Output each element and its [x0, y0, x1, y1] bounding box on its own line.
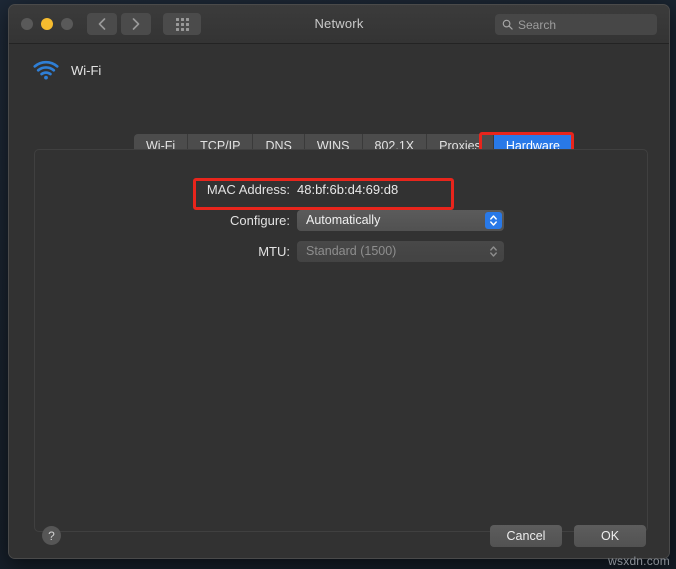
configure-stepper-icon[interactable]	[485, 211, 502, 229]
configure-popup-button[interactable]: Automatically	[297, 209, 504, 231]
window-titlebar: Network Search	[9, 5, 669, 44]
help-button[interactable]: ?	[42, 526, 61, 545]
configure-row: Configure: Automatically	[9, 207, 669, 233]
interface-name: Wi-Fi	[71, 62, 102, 78]
dialog-buttons: Cancel OK	[490, 525, 646, 547]
mtu-label: MTU:	[258, 243, 290, 259]
mtu-popup-button: Standard (1500)	[297, 240, 504, 262]
interface-header: Wi-Fi	[33, 60, 101, 80]
wifi-icon	[33, 60, 59, 80]
window-content: Wi-Fi Wi-Fi TCP/IP DNS WINS 802.1X Proxi…	[9, 44, 669, 558]
search-icon	[502, 19, 513, 30]
mac-address-row: MAC Address: 48:bf:6b:d4:69:d8	[9, 176, 669, 202]
configure-label: Configure:	[230, 212, 290, 228]
mtu-row: MTU: Standard (1500)	[9, 238, 669, 264]
ok-button[interactable]: OK	[574, 525, 646, 547]
mtu-stepper-icon	[485, 243, 502, 260]
chevron-updown-icon	[490, 214, 497, 226]
search-placeholder: Search	[518, 17, 557, 32]
mtu-value: Standard (1500)	[306, 244, 397, 258]
cancel-button[interactable]: Cancel	[490, 525, 562, 547]
search-field[interactable]: Search	[495, 14, 657, 35]
watermark: wsxdn.com	[608, 554, 670, 568]
hardware-form: MAC Address: 48:bf:6b:d4:69:d8 Configure…	[9, 176, 669, 269]
mac-address-label: MAC Address:	[206, 181, 290, 197]
network-preferences-window: Network Search Wi-Fi Wi-Fi TCP/IP DNS WI…	[8, 4, 670, 559]
mac-address-value: 48:bf:6b:d4:69:d8	[297, 181, 399, 197]
configure-value: Automatically	[306, 213, 381, 227]
chevron-updown-icon	[490, 245, 497, 257]
